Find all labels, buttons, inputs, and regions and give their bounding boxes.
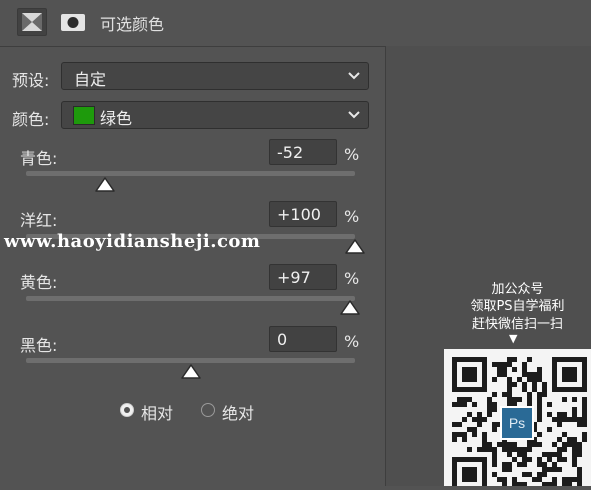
yellow-value-input[interactable]: +97: [269, 264, 337, 290]
yellow-label: 黄色:: [20, 273, 58, 292]
cyan-slider-track[interactable]: [26, 171, 355, 176]
promo-line-3: 赶快微信扫一扫: [471, 317, 563, 332]
preset-label: 预设:: [12, 71, 50, 90]
magenta-unit: %: [344, 207, 360, 226]
cyan-value: -52: [277, 143, 304, 162]
panel-header: 可选颜色: [0, 0, 591, 46]
mask-icon: [61, 14, 85, 31]
adjustment-layer-icon: [22, 13, 42, 31]
color-swatch: [73, 106, 95, 125]
magenta-value: +100: [277, 205, 321, 224]
black-unit: %: [344, 332, 360, 351]
cyan-unit: %: [344, 145, 360, 164]
black-slider-thumb[interactable]: [180, 364, 201, 380]
black-label: 黑色:: [20, 336, 58, 355]
yellow-value: +97: [277, 268, 311, 287]
cyan-label: 青色:: [20, 149, 58, 168]
black-value-input[interactable]: 0: [269, 326, 337, 352]
preset-dropdown[interactable]: 自定: [61, 62, 369, 90]
absolute-label: 绝对: [222, 404, 255, 423]
color-dropdown[interactable]: 绿色: [61, 101, 369, 129]
adjustment-layer-button[interactable]: [17, 8, 47, 36]
yellow-unit: %: [344, 269, 360, 288]
watermark-text: www.haoyidiansheji.com: [4, 231, 261, 252]
cyan-value-input[interactable]: -52: [269, 139, 337, 165]
preset-value: 自定: [74, 70, 107, 89]
black-slider-track[interactable]: [26, 358, 355, 363]
relative-label: 相对: [141, 404, 174, 423]
magenta-slider-thumb[interactable]: [345, 239, 365, 255]
yellow-slider-track[interactable]: [26, 296, 355, 301]
yellow-slider-thumb[interactable]: [340, 300, 360, 316]
color-value: 绿色: [100, 109, 133, 128]
chevron-down-icon: [348, 72, 360, 80]
panel-title: 可选颜色: [100, 15, 165, 34]
cyan-slider-thumb[interactable]: [95, 177, 115, 193]
arrow-down-icon: ▼: [509, 332, 518, 345]
magenta-label: 洋红:: [20, 211, 58, 230]
magenta-value-input[interactable]: +100: [269, 201, 337, 227]
chevron-down-icon: [348, 111, 360, 119]
absolute-radio[interactable]: [201, 403, 215, 417]
relative-radio[interactable]: [120, 403, 134, 417]
color-label: 颜色:: [12, 110, 50, 129]
mask-button[interactable]: [58, 8, 88, 36]
promo-line-2: 领取PS自学福利: [470, 299, 565, 314]
ps-logo: Ps: [500, 406, 534, 440]
black-value: 0: [277, 330, 288, 349]
